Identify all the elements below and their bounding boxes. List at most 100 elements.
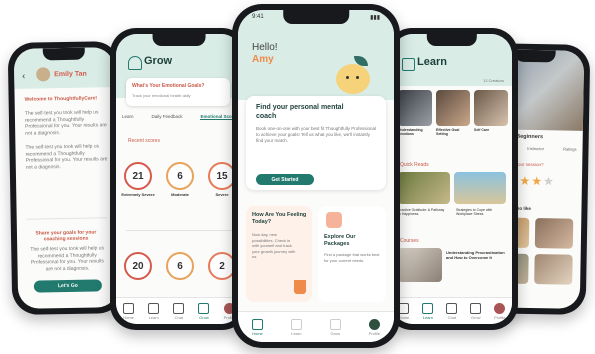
notch (152, 34, 206, 46)
tab-daily-feedback[interactable]: Daily Feedback (151, 114, 182, 120)
section-title: Courses (400, 238, 419, 244)
nav-learn[interactable]: Learn (290, 318, 302, 336)
score-circle: 21 (124, 162, 152, 190)
section-title: Recent scores (128, 138, 160, 144)
screen-learn: Learn 12 Creators Understanding Emotions… (392, 34, 512, 324)
nav-learn[interactable]: Learn (148, 302, 160, 320)
nav-label: Grow (330, 330, 341, 336)
nav-chat[interactable]: Chat (446, 302, 458, 320)
notch (42, 47, 85, 61)
nav-label: Learn (422, 314, 433, 320)
coach-title: Find your personal mental coach (256, 104, 344, 120)
coach-card: Find your personal mental coach Book one… (246, 96, 386, 190)
nav-home[interactable]: Home (123, 302, 135, 320)
nav-label: Home (123, 314, 134, 320)
screen-home: 9:41 ▮▮▮ Hello! Amy Find your personal m… (238, 10, 394, 342)
back-arrow-icon[interactable]: ‹ (22, 71, 25, 81)
bottom-nav: Home Learn Chat Grow Profile (392, 297, 512, 324)
tab-ratings[interactable]: Ratings (563, 147, 577, 152)
score-circle: 6 (166, 252, 194, 280)
section-title: Quick Reads (400, 162, 429, 168)
read-labels: Practice Gratitude: A Pathway to Happine… (398, 208, 506, 216)
card-label: Understanding Emotions (398, 128, 423, 136)
mascot-eye (346, 76, 349, 79)
bottom-nav: Home Learn Chat Grow Profile (116, 297, 242, 324)
grow-tabs: Learn Daily Feedback Emotional Score (122, 114, 236, 120)
grow-logo-icon (128, 56, 142, 70)
welcome-body: The self-test you took will help us reco… (24, 109, 107, 137)
profile-name: Emily Tan (54, 70, 87, 79)
phone-grow: Grow What's Your Emotional Goals? Track … (110, 28, 248, 330)
nav-profile[interactable]: Profile (368, 318, 381, 336)
nav-label: Learn (148, 314, 159, 320)
nav-chat[interactable]: Chat (173, 302, 185, 320)
coach-body: Book one-on-one with your best fit Thoug… (256, 126, 376, 143)
explore-card[interactable]: Explore Our Packages Find a package that… (318, 206, 386, 302)
explore-title: Explore Our Packages (324, 234, 356, 247)
get-started-button[interactable]: Get Started (256, 174, 314, 185)
book-icon (290, 318, 302, 330)
card-photo[interactable] (436, 90, 470, 126)
nav-label: Profile (368, 330, 381, 336)
creator-count: 12 Creators (483, 78, 504, 83)
phone-learn: Learn 12 Creators Understanding Emotions… (386, 28, 518, 330)
share-body: The self-test you took will help us reco… (30, 245, 105, 272)
card-photo[interactable] (474, 90, 508, 126)
nav-grow[interactable]: Grow (198, 302, 210, 320)
status-time: 9:41 (252, 14, 264, 20)
score-labels: Extremely Severe Moderate Severe (120, 192, 240, 197)
notch (426, 34, 478, 46)
avatar-icon (368, 318, 380, 330)
nav-label: Learn (291, 330, 302, 336)
nav-label: Grow (470, 314, 481, 320)
book-icon (148, 302, 160, 314)
book-icon (422, 302, 434, 314)
score-label: Moderate (171, 192, 189, 197)
lets-go-button[interactable]: Let's Go (33, 279, 102, 293)
feeling-title: How Are You Feeling Today? (252, 212, 307, 225)
read-photo[interactable] (454, 172, 506, 204)
package-icon (326, 212, 342, 228)
avatar-icon (494, 302, 506, 314)
nav-home[interactable]: Home (398, 302, 410, 320)
course-label: Understanding Procrastination and How to… (446, 250, 505, 260)
nav-label: Home (398, 314, 410, 320)
goal-banner[interactable]: What's Your Emotional Goals? Track your … (126, 78, 230, 106)
welcome-body-2: The self-test you took will help us reco… (25, 143, 108, 171)
nav-profile[interactable]: Profile (494, 302, 506, 320)
grow-icon (470, 302, 482, 314)
read-photo[interactable] (398, 172, 450, 204)
star-icon: ★ (519, 173, 532, 188)
divider (26, 217, 107, 220)
tab-emotional-score[interactable]: Emotional Score (200, 114, 236, 120)
feeling-body: Now day, new possibilities. Check in wit… (252, 232, 296, 259)
feeling-card[interactable]: How Are You Feeling Today? Now day, new … (246, 206, 312, 302)
read-label: Practice Gratitude: A Pathway to Happine… (398, 208, 445, 216)
nav-label: Profile (494, 314, 506, 320)
score-label: Extremely Severe (121, 192, 155, 197)
card-label: Self Care (474, 128, 490, 132)
nav-label: Home (252, 330, 263, 336)
nav-label: Chat (447, 314, 457, 320)
screen-grow: Grow What's Your Emotional Goals? Track … (116, 34, 242, 324)
nav-grow[interactable]: Grow (329, 318, 341, 336)
share-goals-text: Share your goals for your coaching sessi… (35, 229, 97, 243)
home-icon (398, 302, 410, 314)
card-labels: Understanding Emotions Effective Goal Se… (398, 128, 508, 136)
nav-label: Grow (199, 314, 209, 320)
thumb-photo[interactable] (534, 218, 574, 249)
home-icon (251, 318, 263, 330)
nav-learn[interactable]: Learn (422, 302, 434, 320)
phone-profile: ‹ Emily Tan Welcome to ThoughtfullyCare!… (7, 41, 125, 315)
notch (514, 49, 556, 63)
tab-learn[interactable]: Learn (122, 114, 134, 120)
card-photo[interactable] (398, 90, 432, 126)
thumb-photo[interactable] (534, 254, 573, 285)
tab-instructor[interactable]: Instructor (527, 146, 544, 151)
learn-logo-icon (402, 58, 415, 71)
course-photo[interactable] (398, 248, 442, 282)
nav-grow[interactable]: Grow (470, 302, 482, 320)
star-icon: ★ (542, 174, 555, 189)
nav-home[interactable]: Home (251, 318, 263, 336)
score-row: 21 6 15 (124, 162, 236, 190)
